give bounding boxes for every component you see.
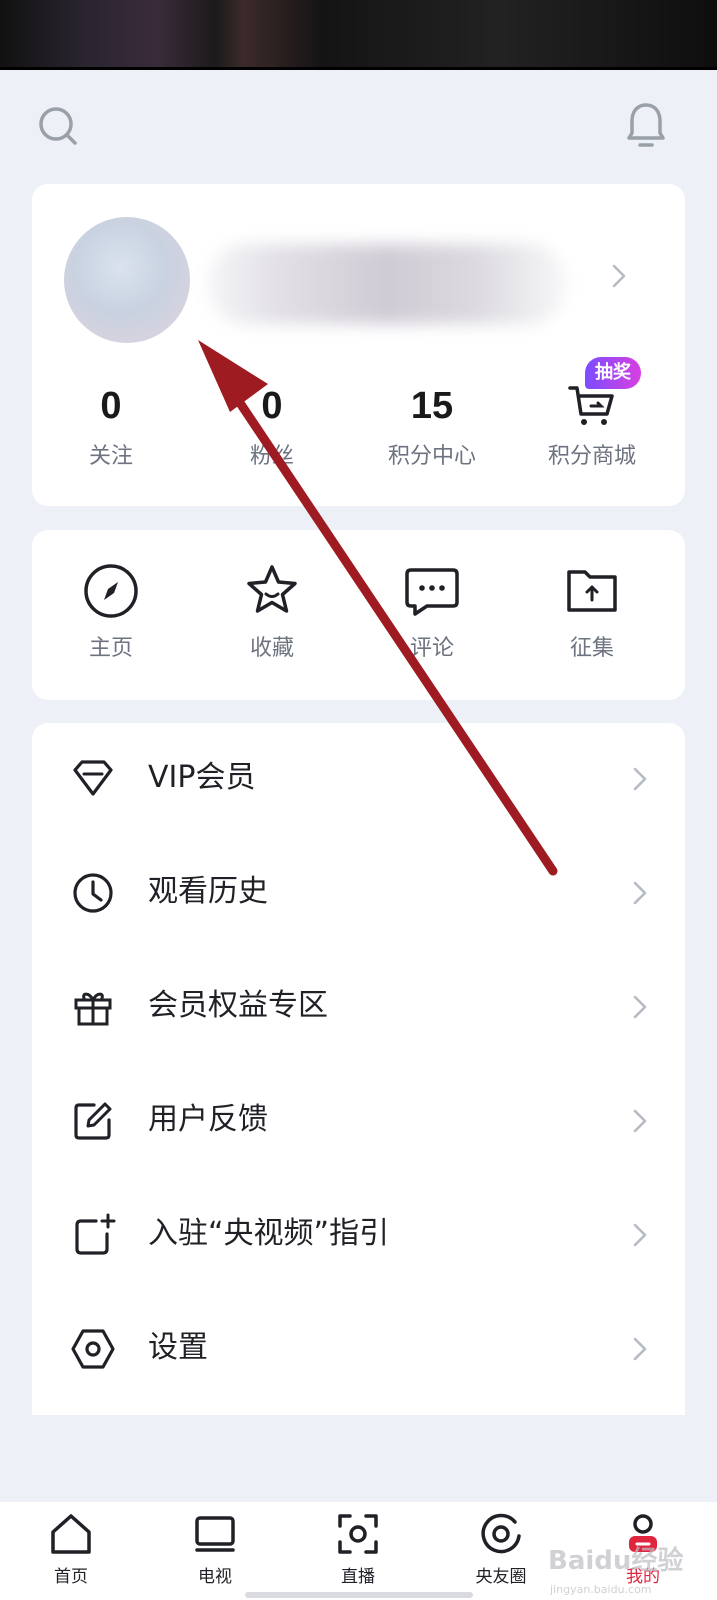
search-icon[interactable] bbox=[36, 104, 80, 148]
tab-label: 电视 bbox=[198, 1567, 232, 1587]
tab-live[interactable]: 直播 bbox=[308, 1512, 408, 1587]
home-indicator bbox=[245, 1592, 473, 1598]
stat-label: 积分中心 bbox=[387, 444, 476, 469]
menu-item-join-guide[interactable]: 入驻“央视频”指引 bbox=[32, 1179, 685, 1293]
profile-card: 0 关注 0 粉丝 15 积分中心 积分商城 bbox=[32, 184, 685, 506]
menu-label: 设置 bbox=[148, 1330, 208, 1365]
stat-following[interactable]: 0 关注 bbox=[36, 384, 186, 470]
diamond-icon bbox=[73, 760, 113, 796]
lottery-badge[interactable]: 抽奖 bbox=[585, 357, 641, 389]
menu-label: 入驻“央视频”指引 bbox=[148, 1216, 390, 1251]
clock-icon bbox=[73, 873, 113, 913]
compass-icon bbox=[84, 564, 138, 618]
menu-label: 用户反馈 bbox=[148, 1102, 268, 1137]
chevron-right-icon[interactable] bbox=[612, 264, 626, 288]
cart-icon bbox=[517, 384, 667, 428]
menu-label: VIP会员 bbox=[148, 760, 256, 795]
quick-comments[interactable]: 评论 bbox=[357, 562, 507, 662]
status-bar bbox=[0, 0, 717, 70]
folder-upload-icon bbox=[567, 570, 617, 612]
tab-label: 首页 bbox=[54, 1567, 88, 1587]
stat-value: 15 bbox=[410, 385, 454, 427]
watermark-url: jingyan.baidu.com bbox=[550, 1583, 652, 1596]
chevron-right-icon bbox=[633, 1109, 647, 1133]
stat-label: 积分商城 bbox=[547, 444, 636, 469]
gift-icon bbox=[74, 992, 112, 1026]
chevron-right-icon bbox=[633, 1223, 647, 1247]
menu-label: 会员权益专区 bbox=[148, 988, 328, 1023]
hexagon-settings-icon bbox=[71, 1329, 115, 1369]
stat-points-mall[interactable]: 积分商城 bbox=[517, 384, 667, 470]
menu-list: VIP会员 观看历史 会员权益专区 用户反馈 入驻“央视频”指引 设置 bbox=[32, 723, 685, 1415]
quick-label: 主页 bbox=[88, 636, 133, 661]
watermark: Baidu经验 bbox=[548, 1546, 684, 1576]
chevron-right-icon bbox=[633, 767, 647, 791]
quick-label: 评论 bbox=[409, 636, 454, 661]
menu-item-feedback[interactable]: 用户反馈 bbox=[32, 1065, 685, 1179]
avatar[interactable] bbox=[64, 217, 190, 343]
tab-circle[interactable]: 央友圈 bbox=[451, 1512, 551, 1587]
add-square-icon bbox=[75, 1213, 116, 1255]
stat-value: 0 bbox=[261, 385, 283, 427]
quick-label: 收藏 bbox=[249, 636, 294, 661]
tab-label: 直播 bbox=[341, 1567, 375, 1587]
comment-icon bbox=[405, 568, 459, 616]
quick-collection[interactable]: 征集 bbox=[517, 562, 667, 662]
stat-fans[interactable]: 0 粉丝 bbox=[197, 384, 347, 470]
menu-item-settings[interactable]: 设置 bbox=[32, 1293, 685, 1407]
bell-icon[interactable] bbox=[624, 100, 668, 150]
live-icon bbox=[338, 1514, 378, 1554]
star-icon bbox=[247, 565, 297, 613]
tab-label: 央友圈 bbox=[475, 1567, 527, 1587]
chevron-right-icon bbox=[633, 995, 647, 1019]
quick-label: 征集 bbox=[569, 636, 614, 661]
tab-tv[interactable]: 电视 bbox=[165, 1512, 265, 1587]
chevron-right-icon bbox=[633, 1337, 647, 1361]
menu-item-history[interactable]: 观看历史 bbox=[32, 837, 685, 951]
username-blurred[interactable] bbox=[207, 244, 567, 324]
stats-row: 0 关注 0 粉丝 15 积分中心 积分商城 bbox=[32, 384, 685, 484]
menu-label: 观看历史 bbox=[148, 874, 268, 909]
stat-label: 关注 bbox=[88, 444, 133, 469]
stat-label: 粉丝 bbox=[249, 444, 294, 469]
stat-points-center[interactable]: 15 积分中心 bbox=[357, 384, 507, 470]
quick-favorites[interactable]: 收藏 bbox=[197, 562, 347, 662]
circle-icon bbox=[481, 1513, 521, 1554]
tab-home[interactable]: 首页 bbox=[21, 1512, 121, 1587]
quick-homepage[interactable]: 主页 bbox=[36, 562, 186, 662]
stat-value: 0 bbox=[100, 385, 122, 427]
chevron-right-icon bbox=[633, 881, 647, 905]
menu-item-vip[interactable]: VIP会员 bbox=[32, 723, 685, 837]
quick-actions-card: 主页 收藏 评论 征集 bbox=[32, 530, 685, 700]
menu-item-member-benefits[interactable]: 会员权益专区 bbox=[32, 951, 685, 1065]
edit-icon bbox=[74, 1102, 112, 1140]
home-icon bbox=[51, 1514, 91, 1554]
tv-icon bbox=[195, 1516, 235, 1552]
